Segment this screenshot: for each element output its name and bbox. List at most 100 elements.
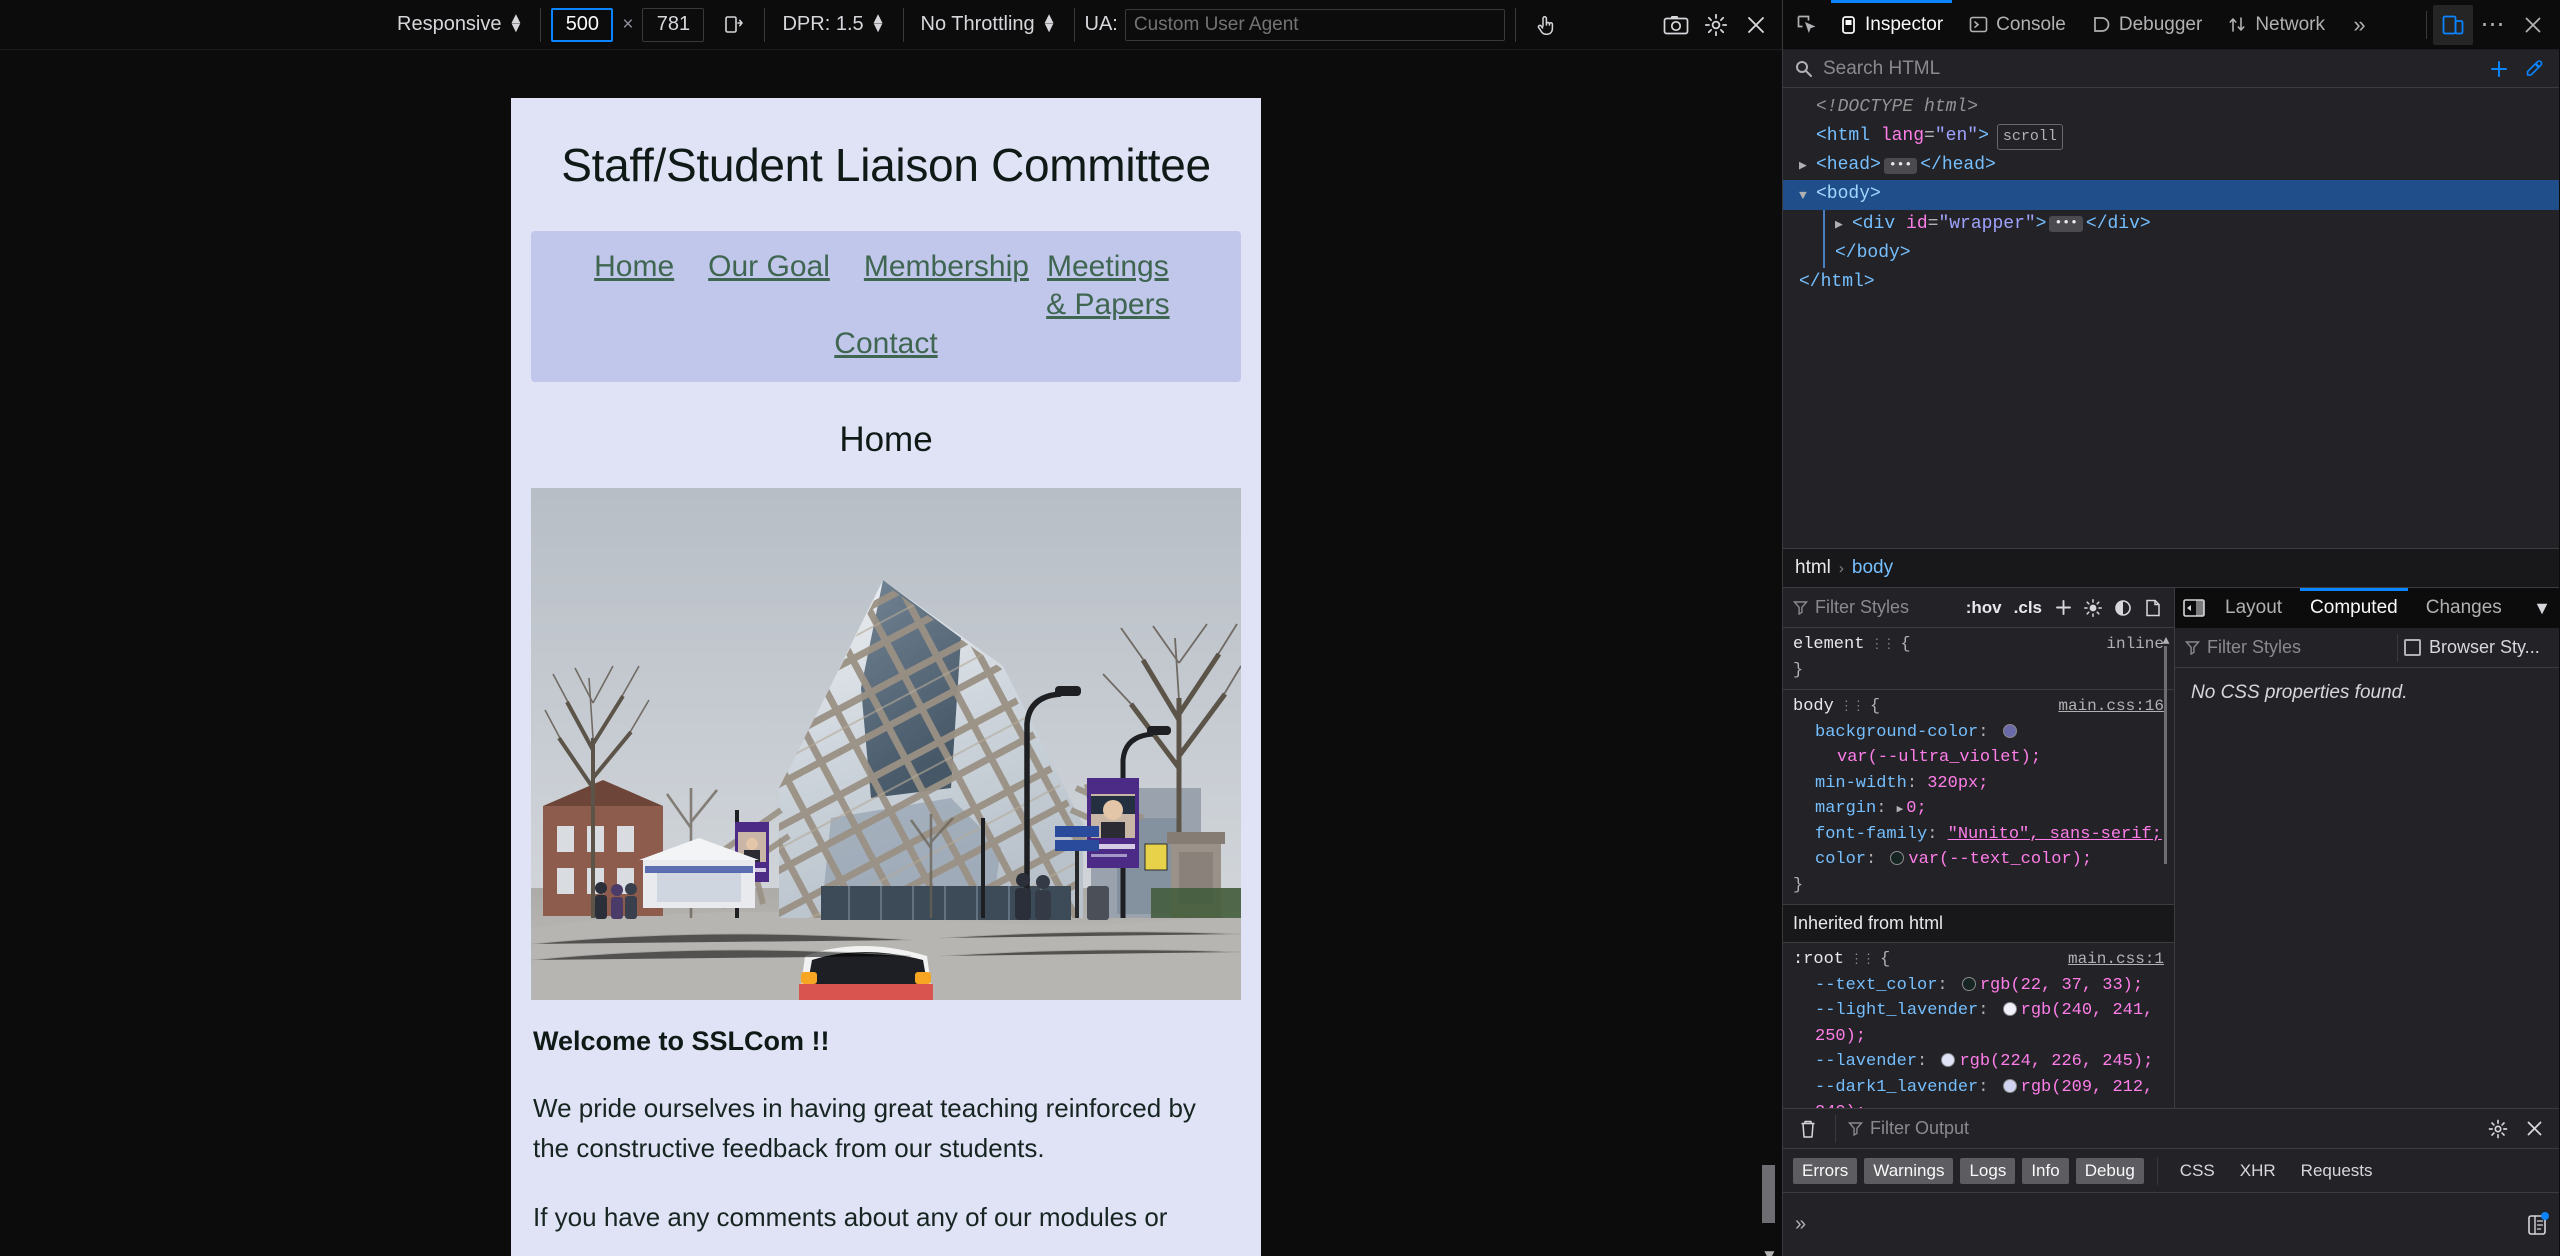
- computed-filter-box[interactable]: Filter Styles: [2181, 637, 2391, 658]
- rule-grip-icon[interactable]: ⋮⋮: [1850, 950, 1875, 970]
- element-picker-icon[interactable]: [1787, 5, 1827, 45]
- scroll-badge[interactable]: scroll: [1996, 123, 2063, 150]
- expand-triangle-icon[interactable]: ▶: [1799, 155, 1813, 176]
- markup-head-row[interactable]: ▶ <head> ••• </head>: [1783, 151, 2559, 180]
- tab-layout[interactable]: Layout: [2211, 588, 2296, 628]
- clear-console-icon[interactable]: [1793, 1114, 1823, 1144]
- moon-icon[interactable]: [2108, 593, 2138, 623]
- rules-scrollbar-thumb[interactable]: [2164, 646, 2167, 864]
- color-swatch[interactable]: [2002, 1002, 2017, 1016]
- gear-icon[interactable]: [1696, 7, 1736, 43]
- plus-icon[interactable]: [2048, 593, 2078, 623]
- markup-body-row[interactable]: ▼ <body>: [1783, 180, 2559, 210]
- breadcrumb-item-body[interactable]: body: [1852, 557, 1893, 579]
- hov-button[interactable]: :hov: [1960, 596, 2008, 620]
- page-viewport[interactable]: Staff/Student Liaison Committee Home Our…: [511, 98, 1261, 1256]
- nav-link-meetings-papers[interactable]: Meetings & Papers: [1038, 248, 1178, 325]
- chevron-double-right-icon[interactable]: »: [2338, 5, 2378, 45]
- close-icon[interactable]: [1736, 7, 1776, 43]
- color-swatch[interactable]: [2002, 1078, 2017, 1093]
- rule-element-inline[interactable]: element ⋮⋮ { inline }: [1783, 628, 2174, 690]
- expand-shorthand-icon[interactable]: ▶: [1897, 804, 1904, 816]
- expand-triangle-icon[interactable]: ▶: [1835, 214, 1849, 235]
- close-split-console-icon[interactable]: [2519, 1114, 2549, 1144]
- color-swatch[interactable]: [1890, 851, 1905, 865]
- chip-info[interactable]: Info: [2022, 1157, 2069, 1184]
- rule-source-link[interactable]: main.css:16: [2058, 694, 2164, 718]
- toggle-sidebar-icon[interactable]: [2177, 593, 2211, 623]
- nav-link-contact[interactable]: Contact: [834, 325, 937, 363]
- chip-debug[interactable]: Debug: [2075, 1157, 2144, 1184]
- tab-changes[interactable]: Changes: [2412, 588, 2516, 628]
- rules-scrollbar[interactable]: ▲: [2160, 632, 2172, 882]
- color-swatch[interactable]: [2002, 723, 2017, 738]
- more-options-icon[interactable]: ⋯: [2473, 5, 2513, 45]
- scrollbar-thumb[interactable]: [1762, 1165, 1775, 1223]
- nav-link-membership[interactable]: Membership: [864, 248, 1029, 325]
- page-scroll-container[interactable]: Staff/Student Liaison Committee Home Our…: [511, 98, 1261, 1256]
- viewport-width-input[interactable]: [551, 7, 614, 42]
- console-settings-icon[interactable]: [2483, 1114, 2513, 1144]
- nav-link-home[interactable]: Home: [594, 248, 674, 325]
- declaration-margin[interactable]: margin: ▶ 0;: [1793, 796, 2164, 822]
- markup-div-wrapper-row[interactable]: ▶ <div id = "wrapper" > ••• </div>: [1783, 209, 2559, 239]
- responsive-design-mode-icon[interactable]: [2433, 4, 2473, 45]
- chip-xhr[interactable]: XHR: [2231, 1158, 2285, 1184]
- color-swatch[interactable]: [1941, 1053, 1956, 1067]
- camera-icon[interactable]: [1656, 7, 1696, 43]
- user-agent-input[interactable]: [1124, 8, 1505, 41]
- collapsed-children-badge[interactable]: •••: [1883, 157, 1918, 174]
- rules-list[interactable]: element ⋮⋮ { inline } body ⋮⋮ {main.css…: [1783, 628, 2174, 1108]
- search-html-input[interactable]: [1821, 56, 2477, 81]
- viewport-scrollbar[interactable]: ▼: [1760, 50, 1778, 1256]
- declaration-font-family[interactable]: font-family: "Nunito", sans-serif;: [1793, 822, 2164, 848]
- declaration-lavender-var[interactable]: --lavender: rgb(224, 226, 245);: [1793, 1049, 2164, 1075]
- eyedropper-icon[interactable]: [2521, 56, 2547, 82]
- touch-simulation-icon[interactable]: [1526, 7, 1566, 43]
- throttling-selector[interactable]: No Throttling ▲ ▼: [914, 10, 1064, 39]
- tab-network[interactable]: Network: [2215, 0, 2338, 50]
- markup-view[interactable]: <!DOCTYPE html> <html lang = "en" > scro…: [1783, 88, 2559, 548]
- chevron-down-icon[interactable]: ▼: [1761, 1246, 1778, 1256]
- chip-warnings[interactable]: Warnings: [1864, 1157, 1954, 1184]
- browser-styles-checkbox[interactable]: Browser Sty...: [2404, 637, 2540, 658]
- rotate-viewport-icon[interactable]: [714, 7, 754, 43]
- color-swatch[interactable]: [1961, 976, 1976, 991]
- declaration-text-color-var[interactable]: --text_color: rgb(22, 37, 33);: [1793, 973, 2164, 999]
- tab-computed[interactable]: Computed: [2296, 588, 2412, 628]
- chevron-down-icon[interactable]: ▼: [2527, 593, 2557, 623]
- rule-grip-icon[interactable]: ⋮⋮: [1840, 697, 1865, 717]
- chip-errors[interactable]: Errors: [1793, 1157, 1858, 1184]
- rule-root[interactable]: :root ⋮⋮ { main.css:1 --text_color: rgb(…: [1783, 943, 2174, 1108]
- nav-link-our-goal[interactable]: Our Goal: [708, 248, 830, 325]
- declaration-background-color[interactable]: background-color: var(--ultra_violet);: [1793, 720, 2164, 771]
- rule-grip-icon[interactable]: ⋮⋮: [1870, 635, 1895, 655]
- breadcrumb-item-html[interactable]: html: [1795, 557, 1831, 579]
- tab-console[interactable]: Console: [1956, 0, 2079, 50]
- chip-requests[interactable]: Requests: [2292, 1158, 2382, 1184]
- declaration-min-width[interactable]: min-width: 320px;: [1793, 771, 2164, 797]
- declaration-light-lavender-var[interactable]: --light_lavender: rgb(240, 241, 250);: [1793, 998, 2164, 1049]
- sun-icon[interactable]: [2078, 593, 2108, 623]
- device-selector[interactable]: Responsive ▲ ▼: [390, 0, 530, 50]
- console-input-row[interactable]: »: [1783, 1193, 2559, 1256]
- tab-inspector[interactable]: Inspector: [1827, 0, 1956, 50]
- rule-body[interactable]: body ⋮⋮ { main.css:16 background-color: …: [1783, 690, 2174, 905]
- rule-source-link[interactable]: main.css:1: [2068, 947, 2164, 971]
- dpr-selector[interactable]: DPR: 1.5 ▲ ▼: [775, 10, 892, 39]
- close-devtools-icon[interactable]: [2513, 5, 2553, 45]
- print-preview-icon[interactable]: [2138, 593, 2168, 623]
- declaration-color[interactable]: color: var(--text_color);: [1793, 847, 2164, 873]
- chip-logs[interactable]: Logs: [1960, 1157, 2016, 1184]
- console-editor-mode-icon[interactable]: [2527, 1211, 2549, 1236]
- viewport-height-input[interactable]: [642, 7, 705, 42]
- declaration-dark1-lavender-var[interactable]: --dark1_lavender: rgb(209, 212, 240);: [1793, 1075, 2164, 1109]
- add-node-icon[interactable]: [2486, 56, 2512, 82]
- cls-button[interactable]: .cls: [2008, 596, 2048, 620]
- tab-debugger[interactable]: Debugger: [2079, 0, 2215, 50]
- console-filter-box[interactable]: Filter Output: [1848, 1118, 2477, 1139]
- collapsed-children-badge[interactable]: •••: [2049, 216, 2083, 233]
- collapse-triangle-icon[interactable]: ▼: [1799, 185, 1813, 206]
- filter-styles-box[interactable]: Filter Styles: [1789, 597, 1960, 618]
- markup-html-row[interactable]: <html lang = "en" > scroll: [1783, 122, 2559, 151]
